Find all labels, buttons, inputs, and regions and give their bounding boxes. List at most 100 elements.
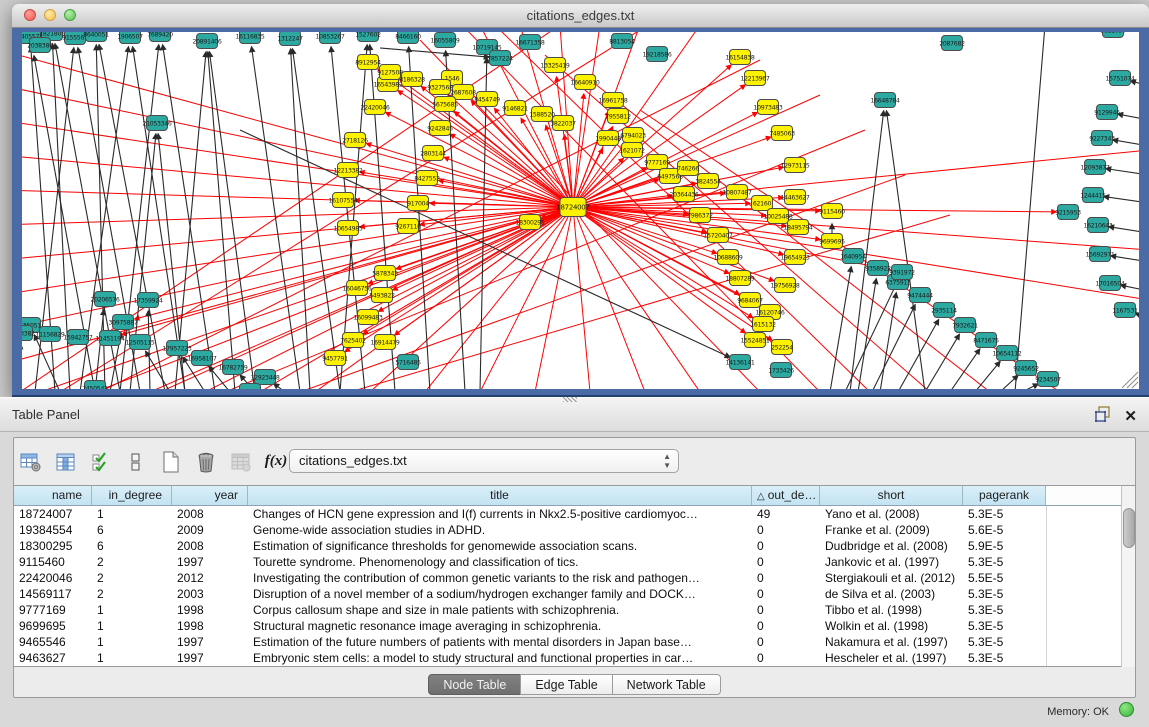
- table-cell[interactable]: 9465546: [14, 634, 92, 650]
- graph-node[interactable]: [343, 333, 364, 348]
- table-settings-icon[interactable]: [20, 451, 42, 473]
- citation-network-graph[interactable]: 8912954165439829127508818632815469327568…: [22, 32, 1139, 389]
- graph-node[interactable]: [910, 288, 931, 303]
- graph-node[interactable]: [976, 333, 997, 348]
- graph-node[interactable]: [147, 116, 168, 131]
- table-cell[interactable]: 0: [752, 650, 820, 666]
- table-cell[interactable]: 2008: [172, 506, 248, 522]
- graph-node[interactable]: [320, 32, 341, 44]
- graph-node[interactable]: [520, 35, 541, 50]
- graph-node[interactable]: [1085, 160, 1106, 175]
- scrollbar-thumb[interactable]: [1123, 508, 1135, 548]
- graph-node[interactable]: [138, 293, 159, 308]
- tab-node-table[interactable]: Node Table: [428, 674, 521, 695]
- graph-node[interactable]: [333, 193, 354, 208]
- vertical-scrollbar[interactable]: [1121, 506, 1135, 667]
- row-list-icon[interactable]: [125, 451, 147, 473]
- graph-node[interactable]: [772, 340, 793, 355]
- column-header-short[interactable]: short: [820, 486, 963, 505]
- tab-edge-table[interactable]: Edge Table: [520, 674, 612, 695]
- graph-node[interactable]: [785, 250, 806, 265]
- table-cell[interactable]: Corpus callosum shape and size in male p…: [248, 602, 752, 618]
- graph-node[interactable]: [608, 109, 629, 124]
- table-cell[interactable]: Embryonic stem cells: a model to study s…: [248, 650, 752, 666]
- graph-node[interactable]: [417, 171, 438, 186]
- table-cell[interactable]: 18300295: [14, 538, 92, 554]
- graph-node[interactable]: [372, 288, 393, 303]
- graph-node[interactable]: [490, 51, 511, 66]
- graph-node[interactable]: [345, 133, 366, 148]
- graph-node[interactable]: [1097, 105, 1118, 120]
- table-cell[interactable]: Nakamura et al. (1997): [820, 634, 963, 650]
- graph-node[interactable]: [1092, 131, 1113, 146]
- graph-node[interactable]: [745, 71, 766, 86]
- graph-node[interactable]: [223, 360, 244, 375]
- graph-node[interactable]: [545, 58, 566, 73]
- graph-node[interactable]: [65, 32, 86, 45]
- table-cell[interactable]: 0: [752, 586, 820, 602]
- graph-node[interactable]: [553, 116, 574, 131]
- graph-node[interactable]: [1110, 71, 1131, 86]
- zoom-window-button[interactable]: [64, 9, 76, 21]
- table-cell[interactable]: 2: [92, 554, 172, 570]
- graph-node[interactable]: [338, 221, 359, 236]
- graph-node[interactable]: [758, 100, 779, 115]
- memory-ok-indicator[interactable]: [1119, 702, 1134, 717]
- table-cell[interactable]: 9115460: [14, 554, 92, 570]
- table-row[interactable]: 1938455462009Genome-wide association stu…: [14, 522, 1123, 538]
- graph-node[interactable]: [40, 327, 61, 342]
- table-cell[interactable]: 0: [752, 602, 820, 618]
- new-document-icon[interactable]: [160, 451, 182, 473]
- table-cell[interactable]: 1998: [172, 618, 248, 634]
- graph-node[interactable]: [1090, 247, 1111, 262]
- tab-network-table[interactable]: Network Table: [612, 674, 721, 695]
- graph-node[interactable]: [380, 65, 401, 80]
- column-header-year[interactable]: year: [172, 486, 248, 505]
- graph-node[interactable]: [68, 330, 89, 345]
- graph-node[interactable]: [730, 50, 751, 65]
- close-window-button[interactable]: [24, 9, 36, 21]
- graph-node[interactable]: [875, 93, 896, 108]
- graph-node[interactable]: [622, 143, 643, 158]
- table-row[interactable]: 2242004622012Investigating the contribut…: [14, 570, 1123, 586]
- graph-node[interactable]: [1088, 218, 1109, 233]
- graph-node[interactable]: [240, 32, 261, 44]
- graph-node[interactable]: [22, 326, 33, 341]
- table-cell[interactable]: 5.6E-5: [963, 522, 1046, 538]
- graph-node[interactable]: [150, 32, 171, 42]
- graph-node[interactable]: [708, 228, 729, 243]
- table-cell[interactable]: Estimation of the future numbers of pati…: [248, 634, 752, 650]
- table-cell[interactable]: 49: [752, 506, 820, 522]
- graph-node[interactable]: [647, 155, 668, 170]
- table-cell[interactable]: 5.3E-5: [963, 586, 1046, 602]
- table-cell[interactable]: Stergiakouli et al. (2012): [820, 570, 963, 586]
- table-cell[interactable]: 1997: [172, 554, 248, 570]
- graph-node[interactable]: [603, 93, 624, 108]
- table-cell[interactable]: 2012: [172, 570, 248, 586]
- window-titlebar[interactable]: citations_edges.txt: [12, 4, 1149, 28]
- graph-node[interactable]: [575, 75, 596, 90]
- graph-node[interactable]: [167, 341, 188, 356]
- table-cell[interactable]: 1997: [172, 650, 248, 666]
- graph-node[interactable]: [730, 271, 751, 286]
- table-cell[interactable]: de Silva et al. (2003): [820, 586, 963, 602]
- graph-node[interactable]: [698, 174, 719, 189]
- graph-node[interactable]: [647, 47, 668, 62]
- graph-node[interactable]: [402, 72, 423, 87]
- graph-node[interactable]: [775, 278, 796, 293]
- graph-node[interactable]: [997, 346, 1018, 361]
- table-cell[interactable]: 0: [752, 538, 820, 554]
- graph-node[interactable]: [120, 32, 141, 44]
- table-row[interactable]: 977716911998Corpus callosum shape and si…: [14, 602, 1123, 618]
- minimize-window-button[interactable]: [44, 9, 56, 21]
- network-table-select[interactable]: citations_edges.txt ▲▼: [289, 449, 679, 473]
- graph-node[interactable]: [240, 384, 261, 390]
- graph-node[interactable]: [325, 351, 346, 366]
- graph-node[interactable]: [718, 250, 739, 265]
- graph-node[interactable]: [520, 215, 541, 230]
- graph-node[interactable]: [868, 261, 889, 276]
- table-row[interactable]: 946362711997Embryonic stem cells: a mode…: [14, 650, 1123, 666]
- graph-node[interactable]: [1103, 32, 1124, 38]
- graph-node[interactable]: [100, 331, 121, 346]
- table-cell[interactable]: Franke et al. (2009): [820, 522, 963, 538]
